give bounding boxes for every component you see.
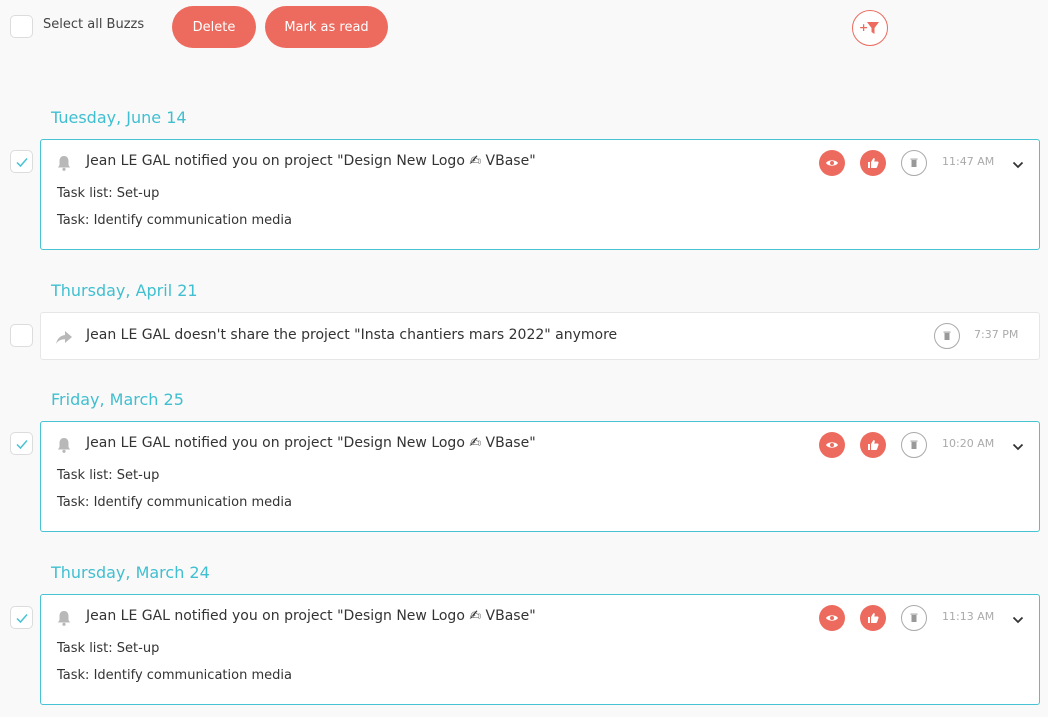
thumbs-up-icon — [868, 158, 879, 168]
eye-icon — [826, 615, 838, 621]
bell-icon — [58, 611, 70, 626]
task-list-label: Task list: Set-up — [57, 468, 160, 483]
task-label: Task: Identify communication media — [57, 668, 292, 683]
task-list-label: Task list: Set-up — [57, 641, 160, 656]
trash-icon — [943, 331, 951, 340]
buzz-checkbox[interactable] — [10, 150, 33, 173]
buzz-checkbox[interactable] — [10, 324, 33, 347]
task-label: Task: Identify communication media — [57, 213, 292, 228]
buzz-title: Jean LE GAL notified you on project "Des… — [86, 608, 536, 624]
bell-icon — [58, 438, 70, 453]
bell-icon — [58, 156, 70, 171]
trash-button[interactable] — [934, 323, 960, 349]
buzz-title: Jean LE GAL doesn't share the project "I… — [86, 327, 618, 343]
select-all-label: Select all Buzzs — [43, 17, 145, 32]
eye-icon — [826, 442, 838, 448]
view-button[interactable] — [819, 605, 845, 631]
buzz-checkbox[interactable] — [10, 432, 33, 455]
date-heading: Friday, March 25 — [51, 390, 184, 409]
thumbs-up-icon — [868, 613, 879, 623]
delete-button[interactable]: Delete — [172, 6, 256, 48]
task-list-label: Task list: Set-up — [57, 186, 160, 201]
buzz-card[interactable]: Jean LE GAL notified you on project "Des… — [40, 594, 1040, 705]
buzz-card[interactable]: Jean LE GAL doesn't share the project "I… — [40, 312, 1040, 360]
like-button[interactable] — [860, 605, 886, 631]
task-label: Task: Identify communication media — [57, 495, 292, 510]
add-filter-button[interactable]: + — [852, 10, 888, 46]
date-heading: Thursday, April 21 — [51, 281, 198, 300]
buzz-card[interactable]: Jean LE GAL notified you on project "Des… — [40, 421, 1040, 532]
plus-icon: + — [859, 21, 869, 34]
view-button[interactable] — [819, 432, 845, 458]
trash-button[interactable] — [901, 150, 927, 176]
chevron-down-icon[interactable] — [1011, 158, 1025, 172]
check-icon — [15, 439, 28, 449]
check-icon — [15, 613, 28, 623]
buzz-title: Jean LE GAL notified you on project "Des… — [86, 153, 536, 169]
buzz-time: 7:37 PM — [974, 328, 1019, 341]
buzz-time: 10:20 AM — [942, 437, 995, 450]
chevron-down-icon[interactable] — [1011, 613, 1025, 627]
trash-icon — [910, 440, 918, 449]
check-icon — [15, 157, 28, 167]
buzz-title: Jean LE GAL notified you on project "Des… — [86, 435, 536, 451]
buzz-card[interactable]: Jean LE GAL notified you on project "Des… — [40, 139, 1040, 250]
date-heading: Thursday, March 24 — [51, 563, 210, 582]
buzz-checkbox[interactable] — [10, 606, 33, 629]
trash-icon — [910, 158, 918, 167]
eye-icon — [826, 160, 838, 166]
share-arrow-icon — [56, 331, 72, 344]
trash-button[interactable] — [901, 605, 927, 631]
trash-icon — [910, 613, 918, 622]
like-button[interactable] — [860, 432, 886, 458]
buzz-time: 11:13 AM — [942, 610, 995, 623]
select-all-checkbox[interactable] — [10, 15, 33, 38]
thumbs-up-icon — [868, 440, 879, 450]
trash-button[interactable] — [901, 432, 927, 458]
buzz-time: 11:47 AM — [942, 155, 995, 168]
mark-as-read-button[interactable]: Mark as read — [265, 6, 388, 48]
date-heading: Tuesday, June 14 — [51, 108, 187, 127]
toolbar: Select all Buzzs Delete Mark as read + — [0, 0, 1048, 56]
view-button[interactable] — [819, 150, 845, 176]
chevron-down-icon[interactable] — [1011, 440, 1025, 454]
like-button[interactable] — [860, 150, 886, 176]
